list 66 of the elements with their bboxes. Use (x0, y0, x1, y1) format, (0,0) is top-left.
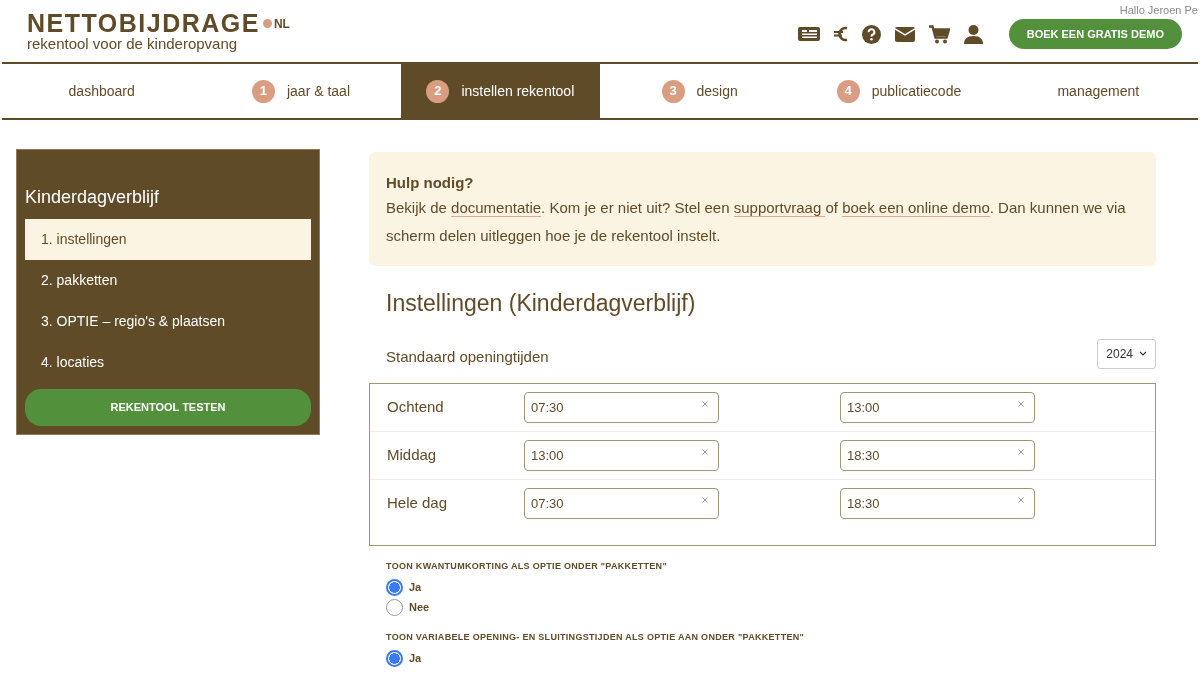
clear-icon[interactable] (702, 496, 708, 503)
option-question: TOON KWANTUMKORTING ALS OPTIE ONDER "PAKKETTEN" (386, 559, 668, 573)
nav-tab[interactable]: 4 publicatiecode (799, 64, 999, 118)
nav-tab[interactable]: management (998, 64, 1198, 118)
year-select[interactable]: 2024 (1097, 338, 1156, 369)
radio-button[interactable] (386, 598, 403, 616)
test-tool-button[interactable]: REKENTOOL TESTEN (25, 389, 311, 426)
time-field[interactable]: 07:30 (524, 391, 719, 423)
tab-label: jaar & taal (286, 81, 350, 101)
help-text: Bekijk de documentatie. Kom je er niet uit? Stel een supportvraag of boek een online demo. Dan kunnen we via scherm delen uitleggen hoe je de rekentool instelt. (386, 198, 1127, 246)
time-field[interactable]: 18:30 (840, 439, 1035, 471)
sidebar-item[interactable]: 3. OPTIE – regio's & plaatsen (25, 301, 311, 342)
step-number: 1 (251, 79, 275, 103)
clear-icon[interactable] (1018, 496, 1024, 503)
euro-icon[interactable] (833, 25, 848, 43)
nav-tab[interactable]: dashboard (2, 64, 202, 118)
step-number: 2 (426, 79, 450, 103)
radio-button[interactable] (386, 578, 403, 596)
logo-suffix: NL (273, 15, 290, 33)
radio-label: Nee (409, 599, 430, 615)
sidebar-title: Kinderdagverblijf (25, 186, 161, 209)
tab-label: instellen rekentool (461, 81, 575, 101)
tab-label: management (1057, 81, 1140, 101)
newspaper-icon[interactable] (797, 26, 820, 42)
help-link[interactable]: documentatie (451, 199, 542, 217)
step-number: 3 (661, 79, 685, 103)
tab-label: design (696, 81, 738, 101)
row-label: Middag (387, 444, 438, 465)
envelope-icon[interactable] (894, 26, 915, 42)
help-link[interactable]: supportvraag (733, 199, 826, 217)
cart-icon[interactable] (928, 24, 950, 44)
logo-wordmark: NETTOBIJDRAGE (27, 11, 260, 36)
radio-label: Ja (409, 579, 422, 595)
time-field[interactable]: 13:00 (840, 391, 1035, 423)
tab-label: dashboard (68, 81, 135, 101)
nav-tab[interactable]: 2 instellen rekentool (400, 64, 600, 118)
logo-tagline: rekentool voor de kinderopvang (27, 36, 239, 51)
time-field[interactable]: 18:30 (840, 487, 1035, 519)
section-label: Standaard openingtijden (386, 347, 549, 367)
help-title: Hulp nodig? (386, 173, 475, 193)
step-number: 4 (836, 79, 860, 103)
greeting-text: Hallo Jeroen Pe (1119, 3, 1198, 18)
radio-label: Ja (409, 651, 422, 667)
book-demo-button[interactable]: BOEK EEN GRATIS DEMO (1008, 18, 1182, 50)
logo-dot-icon (262, 19, 272, 28)
chevron-down-icon (1139, 351, 1147, 356)
clear-icon[interactable] (1018, 448, 1024, 455)
time-field[interactable]: 07:30 (524, 487, 719, 519)
help-icon[interactable] (861, 24, 881, 44)
clear-icon[interactable] (702, 400, 708, 407)
tab-label: publicatiecode (871, 81, 962, 101)
radio-button[interactable] (386, 650, 403, 667)
user-icon[interactable] (963, 24, 983, 44)
clear-icon[interactable] (1018, 400, 1024, 407)
nav-tab[interactable]: 1 jaar & taal (201, 64, 401, 118)
sidebar-item[interactable]: 2. pakketten (25, 260, 311, 301)
sidebar-item[interactable]: 1. instellingen (25, 219, 311, 260)
clear-icon[interactable] (702, 448, 708, 455)
page-heading: Instellingen (Kinderdagverblijf) (386, 289, 697, 318)
help-link[interactable]: boek een online demo (842, 199, 990, 217)
row-label: Hele dag (387, 492, 449, 513)
sidebar-item[interactable]: 4. locaties (25, 342, 311, 383)
time-field[interactable]: 13:00 (524, 439, 719, 471)
option-question: TOON VARIABELE OPENING- EN SLUITINGSTIJDEN ALS OPTIE AAN ONDER "PAKKETTEN" (386, 631, 806, 644)
nav-tab[interactable]: 3 design (600, 64, 800, 118)
row-label: Ochtend (387, 396, 445, 417)
